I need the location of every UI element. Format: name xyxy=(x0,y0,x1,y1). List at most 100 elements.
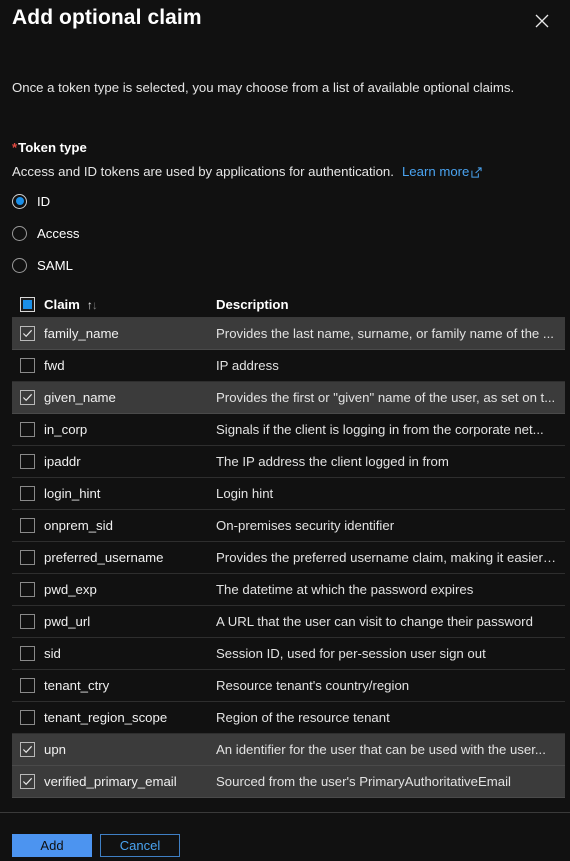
row-checkbox[interactable] xyxy=(20,454,35,469)
row-checkbox-cell[interactable] xyxy=(12,550,44,565)
table-row[interactable]: sid Session ID, used for per-session user… xyxy=(12,638,565,670)
radio-label-saml: SAML xyxy=(37,257,73,273)
table-row[interactable]: verified_primary_email Sourced from the u… xyxy=(12,766,565,798)
table-row[interactable]: ipaddr The IP address the client logged i… xyxy=(12,446,565,478)
row-checkbox-cell[interactable] xyxy=(12,742,44,757)
row-checkbox[interactable] xyxy=(20,646,35,661)
radio-label-id: ID xyxy=(37,193,51,209)
row-checkbox[interactable] xyxy=(20,358,35,373)
row-checkbox[interactable] xyxy=(20,774,35,789)
learn-more-label: Learn more xyxy=(401,164,470,179)
cancel-button[interactable]: Cancel xyxy=(100,834,180,857)
add-optional-claim-dialog: Add optional claim Once a token type is … xyxy=(0,0,570,861)
row-checkbox-cell[interactable] xyxy=(12,646,44,661)
table-row[interactable]: family_name Provides the last name, surna… xyxy=(12,318,565,350)
row-claim-name: upn xyxy=(44,742,67,757)
row-claim-description: Provides the preferred username claim, m… xyxy=(216,550,558,565)
row-checkbox-cell[interactable] xyxy=(12,454,44,469)
close-button[interactable] xyxy=(530,9,554,33)
row-claim-description: Session ID, used for per-session user si… xyxy=(216,646,486,661)
radio-option-access[interactable]: Access xyxy=(12,221,80,245)
select-all-checkbox[interactable] xyxy=(20,297,35,312)
table-row[interactable]: pwd_exp The datetime at which the passwor… xyxy=(12,574,565,606)
row-checkbox-cell[interactable] xyxy=(12,486,44,501)
row-checkbox-cell[interactable] xyxy=(12,326,44,341)
table-row[interactable]: login_hint Login hint xyxy=(12,478,565,510)
radio-label-access: Access xyxy=(37,225,80,241)
row-checkbox-cell[interactable] xyxy=(12,518,44,533)
row-claim-description: Signals if the client is logging in from… xyxy=(216,422,544,437)
row-checkbox-cell[interactable] xyxy=(12,710,44,725)
column-header-claim[interactable]: Claim ↑ ↓ xyxy=(44,297,216,312)
radio-icon-id xyxy=(12,193,27,209)
row-claim-description: Provides the first or "given" name of th… xyxy=(216,390,556,405)
table-row[interactable]: in_corp Signals if the client is logging … xyxy=(12,414,565,446)
table-row[interactable]: tenant_ctry Resource tenant's country/reg… xyxy=(12,670,565,702)
row-checkbox-cell[interactable] xyxy=(12,678,44,693)
row-claim-description: The IP address the client logged in from xyxy=(216,454,449,469)
row-checkbox-cell[interactable] xyxy=(12,358,44,373)
table-row[interactable]: tenant_region_scope Region of the resourc… xyxy=(12,702,565,734)
select-all-cell xyxy=(12,297,44,312)
radio-option-id[interactable]: ID xyxy=(12,189,80,213)
add-button[interactable]: Add xyxy=(12,834,92,857)
row-checkbox[interactable] xyxy=(20,390,35,405)
row-checkbox[interactable] xyxy=(20,422,35,437)
table-row[interactable]: given_name Provides the first or "given" … xyxy=(12,382,565,414)
row-checkbox[interactable] xyxy=(20,550,35,565)
page-title: Add optional claim xyxy=(12,6,202,29)
radio-icon-saml xyxy=(12,257,27,273)
row-checkbox-cell[interactable] xyxy=(12,422,44,437)
claims-table: Claim ↑ ↓ Description family_name Provides… xyxy=(12,292,565,812)
token-type-radio-group[interactable]: ID Access SAML xyxy=(12,189,80,285)
table-row[interactable]: fwd IP address xyxy=(12,350,565,382)
row-checkbox[interactable] xyxy=(20,518,35,533)
row-claim-name: login_hint xyxy=(44,486,101,501)
row-claim-description: Sourced from the user's PrimaryAuthorita… xyxy=(216,774,511,789)
row-claim-name: pwd_url xyxy=(44,614,91,629)
external-link-icon xyxy=(471,166,482,181)
table-row[interactable]: onprem_sid On-premises security identifie… xyxy=(12,510,565,542)
row-claim-name: tenant_region_scope xyxy=(44,710,168,725)
radio-option-saml[interactable]: SAML xyxy=(12,253,80,277)
row-checkbox-cell[interactable] xyxy=(12,774,44,789)
table-row[interactable]: preferred_username Provides the preferred… xyxy=(12,542,565,574)
row-claim-description: Resource tenant's country/region xyxy=(216,678,410,693)
close-icon xyxy=(535,14,549,28)
column-header-claim-label: Claim xyxy=(44,297,80,312)
row-checkbox[interactable] xyxy=(20,678,35,693)
row-claim-name: verified_primary_email xyxy=(44,774,177,789)
sort-ascending-icon[interactable]: ↑ ↓ xyxy=(87,299,98,311)
row-claim-name: pwd_exp xyxy=(44,582,97,597)
row-claim-name: sid xyxy=(44,646,61,661)
row-claim-name: onprem_sid xyxy=(44,518,113,533)
row-claim-name: preferred_username xyxy=(44,550,164,565)
row-claim-description: An identifier for the user that can be u… xyxy=(216,742,546,757)
learn-more-link[interactable]: Learn more xyxy=(402,164,482,179)
row-claim-name: ipaddr xyxy=(44,454,81,469)
row-checkbox[interactable] xyxy=(20,582,35,597)
row-checkbox[interactable] xyxy=(20,710,35,725)
table-row[interactable]: upn An identifier for the user that can b… xyxy=(12,734,565,766)
claims-table-header: Claim ↑ ↓ Description xyxy=(12,292,565,318)
row-claim-description: On-premises security identifier xyxy=(216,518,395,533)
row-checkbox-cell[interactable] xyxy=(12,582,44,597)
row-checkbox[interactable] xyxy=(20,742,35,757)
row-checkbox[interactable] xyxy=(20,614,35,629)
row-checkbox[interactable] xyxy=(20,326,35,341)
row-claim-name: family_name xyxy=(44,326,119,341)
row-claim-description: Login hint xyxy=(216,486,274,501)
row-claim-name: in_corp xyxy=(44,422,88,437)
footer-divider xyxy=(0,812,570,813)
row-claim-description: IP address xyxy=(216,358,279,373)
sort-down-glyph: ↓ xyxy=(91,297,98,312)
row-checkbox-cell[interactable] xyxy=(12,390,44,405)
token-type-description: Access and ID tokens are used by applica… xyxy=(12,164,482,179)
row-checkbox-cell[interactable] xyxy=(12,614,44,629)
dialog-header: Add optional claim xyxy=(0,0,570,48)
token-type-label-text: Token type xyxy=(18,140,87,155)
row-claim-description: Region of the resource tenant xyxy=(216,710,390,725)
row-checkbox[interactable] xyxy=(20,486,35,501)
table-row[interactable]: pwd_url A URL that the user can visit to … xyxy=(12,606,565,638)
row-claim-name: given_name xyxy=(44,390,116,405)
